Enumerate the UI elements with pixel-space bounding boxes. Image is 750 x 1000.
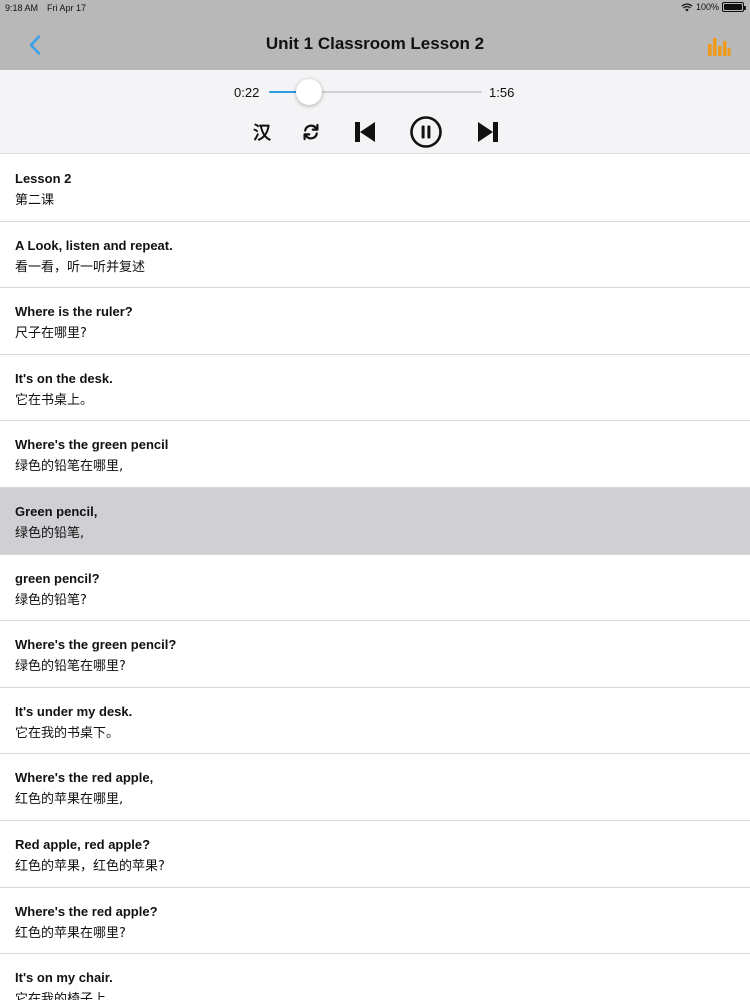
top-bar: 9:18 AM Fri Apr 17 100% Unit 1 Classroom… xyxy=(0,0,750,70)
repeat-icon xyxy=(303,123,319,141)
status-right: 100% xyxy=(681,2,746,12)
chinese-line: 尺子在哪里? xyxy=(15,326,87,342)
app-screen: 9:18 AM Fri Apr 17 100% Unit 1 Classroom… xyxy=(0,0,750,1000)
chinese-line: 绿色的铅笔, xyxy=(15,525,85,541)
english-line: Red apple, red apple? xyxy=(15,836,151,852)
english-line: Where's the green pencil? xyxy=(15,637,177,653)
skip-previous-icon xyxy=(355,122,375,142)
english-line: Where's the green pencil xyxy=(15,437,169,453)
next-button[interactable] xyxy=(474,118,502,146)
chinese-line: 第二课 xyxy=(15,193,55,208)
english-line: It's on the desk. xyxy=(15,370,113,386)
list-item[interactable]: A Look, listen and repeat. 看一看，听一听并复述 xyxy=(0,222,750,289)
list-item[interactable]: green pencil? 绿色的铅笔? xyxy=(0,555,750,622)
pause-icon xyxy=(410,116,442,148)
chinese-line: 看一看，听一听并复述 xyxy=(15,259,146,275)
pause-button[interactable] xyxy=(409,115,443,149)
progress-slider[interactable] xyxy=(269,79,482,105)
total-time: 1:56 xyxy=(489,85,515,100)
chinese-line: 红色的苹果在哪里, xyxy=(15,792,124,808)
english-line: It's under my desk. xyxy=(15,703,133,719)
english-line: Lesson 2 xyxy=(15,171,72,186)
page-title: Unit 1 Classroom Lesson 2 xyxy=(265,34,485,53)
english-line: green pencil? xyxy=(15,570,100,586)
chinese-line: 它在我的椅子上。 xyxy=(15,992,120,1000)
current-time: 0:22 xyxy=(234,85,260,100)
list-item[interactable]: Lesson 2 第二课 xyxy=(0,155,750,222)
list-item[interactable]: Where's the green pencil 绿色的铅笔在哪里, xyxy=(0,421,750,488)
english-line: Where's the red apple? xyxy=(15,903,158,919)
english-line: Where is the ruler? xyxy=(15,304,133,320)
chinese-line: 红色的苹果，红色的苹果? xyxy=(15,858,165,874)
list-item[interactable]: Green pencil, 绿色的铅笔, xyxy=(0,487,750,555)
english-line: Green pencil, xyxy=(15,503,98,519)
list-item[interactable]: Where's the red apple? 红色的苹果在哪里? xyxy=(0,888,750,955)
chinese-toggle-button[interactable]: 汉 xyxy=(248,118,276,146)
english-line: Where's the red apple, xyxy=(15,770,154,786)
english-line: It's on my chair. xyxy=(15,970,113,986)
list-item[interactable]: Where is the ruler? 尺子在哪里? xyxy=(0,288,750,355)
chinese-line: 绿色的铅笔? xyxy=(15,592,87,608)
audio-player: 0:22 1:56 汉 xyxy=(0,70,750,154)
previous-button[interactable] xyxy=(351,118,379,146)
chart-button[interactable] xyxy=(707,35,731,57)
list-item[interactable]: It's on the desk. 它在书桌上。 xyxy=(0,355,750,422)
skip-next-icon xyxy=(478,122,498,142)
chinese-line: 它在书桌上。 xyxy=(15,392,94,408)
chinese-line: 绿色的铅笔在哪里, xyxy=(15,459,124,475)
list-item[interactable]: Where's the green pencil? 绿色的铅笔在哪里? xyxy=(0,621,750,688)
chinese-line: 它在我的书桌下。 xyxy=(15,725,120,741)
bar-chart-icon xyxy=(708,38,731,56)
chinese-line: 红色的苹果在哪里? xyxy=(15,925,126,941)
slider-thumb[interactable] xyxy=(296,79,323,105)
list-item[interactable]: Where's the red apple, 红色的苹果在哪里, xyxy=(0,754,750,821)
list-item[interactable]: Red apple, red apple? 红色的苹果，红色的苹果? xyxy=(0,821,750,888)
status-date: Fri Apr 17 xyxy=(47,3,87,13)
english-line: A Look, listen and repeat. xyxy=(15,237,173,253)
list-item[interactable]: It's on my chair. 它在我的椅子上。 xyxy=(0,954,750,1000)
list-item[interactable]: It's under my desk. 它在我的书桌下。 xyxy=(0,688,750,755)
repeat-button[interactable] xyxy=(298,118,324,146)
status-bar: 9:18 AM Fri Apr 17 100% xyxy=(0,0,750,16)
battery-percent: 100% xyxy=(695,2,719,12)
chinese-line: 绿色的铅笔在哪里? xyxy=(15,659,126,675)
wifi-icon xyxy=(681,2,693,11)
battery-icon xyxy=(722,2,746,12)
status-time: 9:18 AM xyxy=(5,3,39,13)
sentence-list: Lesson 2 第二课 A Look, listen and repeat. 看一看… xyxy=(0,155,750,1000)
